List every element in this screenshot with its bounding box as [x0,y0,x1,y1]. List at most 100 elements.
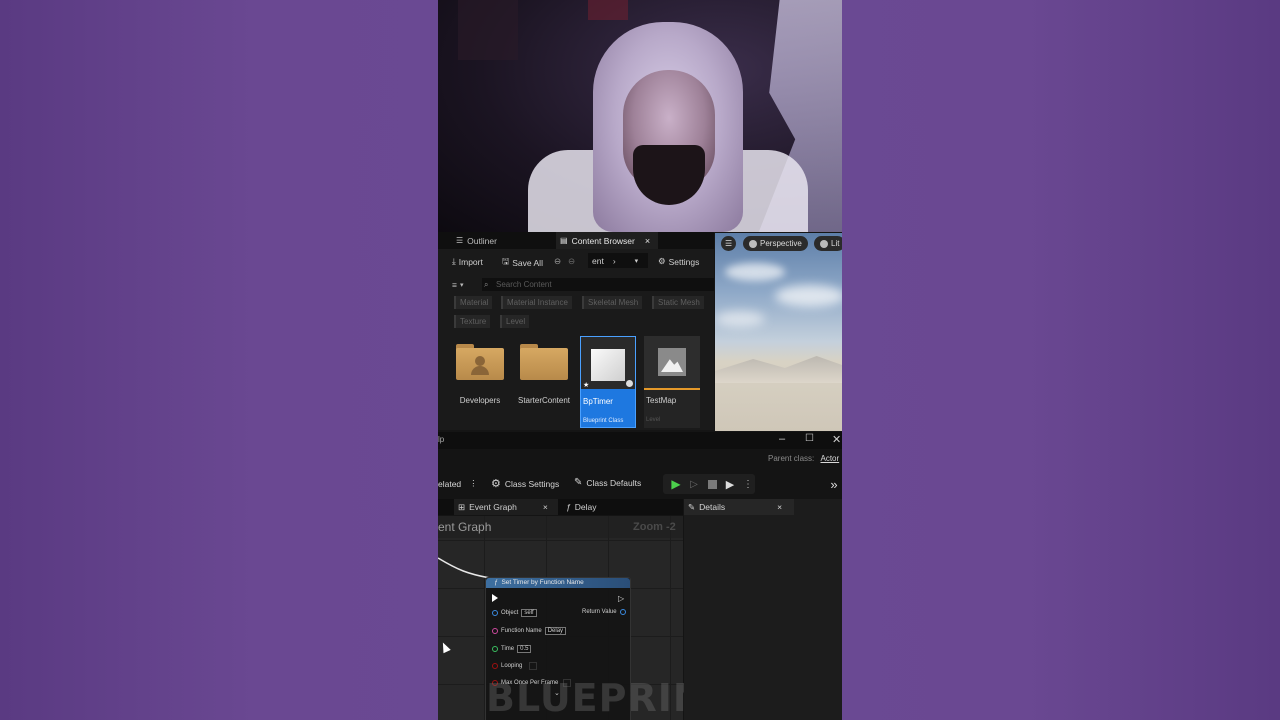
folder-user-icon [456,344,504,380]
return-value-row: Return Value [582,609,626,615]
filter-chip-level[interactable]: Level [500,315,530,328]
close-icon[interactable]: × [645,236,650,246]
class-settings-button[interactable]: ⚙ Class Settings [491,477,559,490]
expand-toolbar-icon[interactable]: » [826,476,842,492]
parent-class-info: Parent class: Actor [768,454,840,463]
history-forward-button[interactable]: ⊖ [568,256,575,267]
graph-icon: ⊞ [458,501,466,512]
more-vertical-icon: ⋮ [469,478,478,488]
blueprint-thumbnail: ★ [581,337,635,389]
outliner-icon: ☰ [456,236,464,245]
chevron-right-icon: › [612,255,616,266]
filter-icon: ≡ [452,280,457,290]
path-breadcrumb[interactable]: ent › ▾ [588,253,648,268]
filter-chip-texture[interactable]: Texture [454,315,491,328]
settings-button[interactable]: ⚙ Settings [658,256,699,267]
graph-tabbar: ⊞ Event Graph × ƒ Delay [438,499,683,515]
asset-startercontent-folder[interactable]: StarterContent [516,336,572,428]
level-viewport[interactable]: ☰ Perspective Lit [715,233,842,431]
chevron-down-icon: ▾ [634,257,639,265]
content-browser-panel: ☰ Outliner ▤ Content Browser × ⤓ Import … [438,232,714,430]
graph-title: ent Graph [438,520,492,534]
object-value-field[interactable]: self [521,609,537,617]
level-thumbnail [644,336,700,390]
mountain-icon [658,348,686,376]
mouse-cursor-icon [439,640,451,654]
time-pin[interactable] [492,646,498,652]
blueprint-badge-icon [626,380,633,387]
history-back-button[interactable]: ⊖ [554,256,561,267]
exec-in-pin[interactable] [492,594,498,602]
gear-icon: ⚙ [658,256,666,266]
save-icon: 🖫 [502,256,510,266]
tab-outliner[interactable]: ☰ Outliner [454,232,554,249]
tab-delay-function[interactable]: ƒ Delay [562,499,622,515]
minimize-icon[interactable]: – [779,433,785,445]
star-icon: ★ [583,382,590,389]
lit-icon [820,239,828,248]
asset-developers-folder[interactable]: Developers [452,336,508,428]
filter-chip-static-mesh[interactable]: Static Mesh [652,296,704,309]
function-icon: ƒ [494,579,498,586]
looping-checkbox[interactable] [529,662,538,670]
maximize-icon[interactable]: ☐ [805,433,814,444]
play-icon[interactable]: ▶ [668,476,684,492]
filter-chip-material-instance[interactable]: Material Instance [501,296,572,309]
details-panel: ✎ Details × [684,499,842,720]
class-defaults-button[interactable]: ✎ Class Defaults [574,477,641,488]
folder-icon [520,344,568,380]
content-browser-icon: ▤ [560,236,568,245]
node-header: ƒ Set Timer by Function Name [486,578,630,588]
function-icon: ƒ [566,502,571,512]
asset-testmap-level[interactable]: TestMap Level [644,336,700,428]
pin-row-looping: Looping [492,662,538,670]
stream-frame: ☰ Outliner ▤ Content Browser × ⤓ Import … [438,0,842,720]
step-icon[interactable]: ▷ [686,476,702,492]
asset-bptimer-blueprint[interactable]: ★ BpTimer Blueprint Class [580,336,636,428]
time-field[interactable]: 0.5 [517,645,532,653]
search-icon: ⌕ [484,280,489,289]
chevron-down-icon: ▾ [459,282,464,289]
filter-chip-material[interactable]: Material [454,296,493,309]
webcam-feed [438,0,842,232]
tab-event-graph[interactable]: ⊞ Event Graph × [454,499,558,515]
pencil-icon: ✎ [688,501,696,512]
filter-button[interactable]: ≡ ▾ [452,280,463,290]
pin-row-function-name: Function Name Delay [492,627,567,635]
filter-chip-skeletal-mesh[interactable]: Skeletal Mesh [582,296,643,309]
perspective-button[interactable]: Perspective [743,236,808,251]
return-value-pin[interactable] [619,609,626,615]
search-input[interactable]: ⌕ Search Content [482,278,714,291]
tab-details[interactable]: ✎ Details × [684,499,794,515]
close-icon[interactable]: × [543,502,548,512]
hamburger-icon: ☰ [725,239,733,248]
function-name-field[interactable]: Delay [544,627,567,635]
back-arrow-icon: ⊖ [554,256,562,266]
import-button[interactable]: ⤓ Import [452,256,483,267]
close-icon[interactable]: × [777,502,782,512]
stop-icon[interactable] [704,476,720,492]
more-vertical-icon[interactable]: ⋮ [740,476,756,492]
related-menu[interactable]: elated ⋮ [438,478,478,489]
lit-mode-button[interactable]: Lit [814,236,842,251]
close-icon[interactable]: ✕ [832,433,841,446]
gear-icon: ⚙ [491,478,501,490]
object-pin[interactable] [492,610,498,616]
camera-icon [749,239,757,248]
cube-icon [591,349,625,381]
pin-row-object: Object self [492,609,537,617]
looping-pin[interactable] [492,663,498,669]
pencil-icon: ✎ [574,477,583,488]
content-browser-tabbar: ☰ Outliner ▤ Content Browser × [438,232,714,249]
save-all-button[interactable]: 🖫 Save All [502,256,543,270]
viewport-menu-button[interactable]: ☰ [721,236,737,251]
zoom-label: Zoom -2 [633,521,676,533]
tab-content-browser[interactable]: ▤ Content Browser × [556,232,658,249]
exec-out-pin[interactable]: ▷ [618,594,624,603]
function-name-pin[interactable] [492,628,498,634]
parent-class-link[interactable]: Actor [820,454,839,463]
forward-arrow-icon: ⊖ [568,256,576,266]
blueprint-editor: lp – ☐ ✕ Parent class: Actor elated ⋮ ⚙ … [438,432,842,720]
import-icon: ⤓ [452,256,456,266]
eject-icon[interactable]: ▶ [722,476,738,492]
